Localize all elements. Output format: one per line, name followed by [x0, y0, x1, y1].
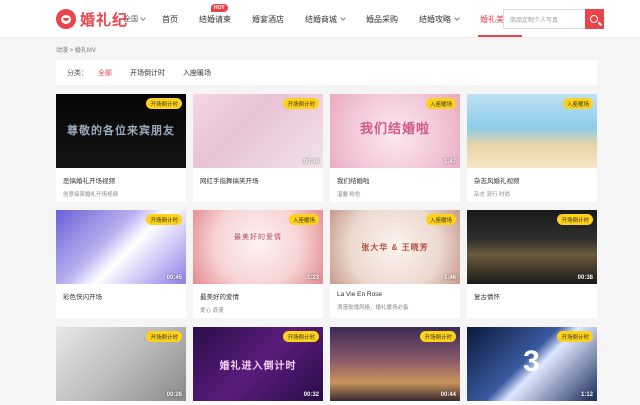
video-keywords: 温馨 粉色: [337, 192, 361, 198]
thumbnail-caption: 尊敬的各位来宾朋友: [67, 125, 175, 137]
video-keywords: 创意搞笑婚礼开场视频: [63, 192, 119, 198]
nav-item-label: 婚品采购: [366, 14, 398, 24]
video-title[interactable]: 网红手指舞搞笑开场: [193, 168, 323, 185]
top-header: 婚礼纪 全国 首页 结婚请柬 HOT 婚宴酒店 结婚商城 婚品采购 结婚攻略 婚礼美图 商品定…: [0, 0, 640, 38]
filter-option[interactable]: 入座暖场: [183, 68, 211, 78]
nav-item-4[interactable]: 婚品采购: [366, 14, 398, 25]
video-thumbnail[interactable]: 开场倒计时 00:38: [467, 210, 597, 284]
nav-item-0[interactable]: 首页: [162, 14, 178, 25]
video-thumbnail[interactable]: 开场倒计时 00:44: [330, 327, 460, 401]
nav-item-label: 结婚攻略: [419, 14, 451, 24]
hot-badge: HOT: [211, 3, 228, 12]
video-card[interactable]: 开场倒计时 00:46 网红手指舞搞笑开场: [193, 94, 323, 202]
video-keywords: 浪漫玫瑰风格，婚礼暖场必备: [337, 305, 409, 311]
category-tag: 开场倒计时: [557, 214, 593, 225]
filter-option[interactable]: 全部: [98, 68, 112, 78]
filter-option[interactable]: 开场倒计时: [130, 68, 165, 78]
video-thumbnail[interactable]: 尊敬的各位来宾朋友 开场倒计时: [56, 94, 186, 168]
category-tag: 入座暖场: [425, 214, 456, 225]
thumbnail-caption: 最美好的爱情: [234, 234, 282, 241]
video-card[interactable]: 开场倒计时 00:26: [56, 327, 186, 405]
video-card[interactable]: 最美好的爱情 入座暖场 1:23 最美好的爱情爱心 浪漫: [193, 210, 323, 318]
video-duration: 1:47: [443, 159, 456, 165]
video-card[interactable]: 开场倒计时 00:38 复古情怀: [467, 210, 597, 318]
thumbnail-caption: 我们结婚啦: [359, 121, 430, 136]
nav-item-label: 结婚请柬: [199, 14, 231, 24]
video-card[interactable]: 开场倒计时 00:44: [330, 327, 460, 405]
video-duration: 00:32: [303, 392, 319, 398]
search-input[interactable]: 商品定制个人写真: [503, 9, 585, 29]
filter-label: 分类：: [67, 69, 88, 77]
category-tag: 开场倒计时: [283, 98, 319, 109]
video-title[interactable]: 恶搞婚礼开场视频: [56, 168, 186, 185]
video-card[interactable]: 尊敬的各位来宾朋友 开场倒计时恶搞婚礼开场视频创意搞笑婚礼开场视频: [56, 94, 186, 202]
nav-item-label: 结婚商城: [305, 14, 337, 24]
category-tag: 入座暖场: [425, 98, 456, 109]
video-title[interactable]: 杂志风婚礼视频: [467, 168, 597, 185]
chevron-down-icon: [340, 15, 346, 21]
video-title[interactable]: 复古情怀: [467, 284, 597, 301]
video-keywords: 杂志 流行 时尚: [474, 192, 511, 198]
search-icon: [590, 14, 598, 23]
category-tag: 入座暖场: [288, 214, 319, 225]
video-thumbnail[interactable]: 张大华 & 王晓芳 入座暖场 1:46: [330, 210, 460, 284]
video-duration: 00:45: [166, 275, 182, 281]
chevron-down-icon: [140, 15, 146, 21]
video-card[interactable]: 我们结婚啦 入座暖场 1:47 我们结婚啦温馨 粉色: [330, 94, 460, 202]
video-thumbnail[interactable]: 最美好的爱情 入座暖场 1:23: [193, 210, 323, 284]
chevron-down-icon: [454, 15, 460, 21]
city-label: 全国: [124, 16, 138, 23]
video-thumbnail[interactable]: 婚礼进入倒计时 开场倒计时 00:32: [193, 327, 323, 401]
category-tag: 开场倒计时: [146, 98, 182, 109]
nav-item-3[interactable]: 结婚商城: [305, 14, 346, 25]
video-title[interactable]: 最美好的爱情: [193, 284, 323, 301]
video-card[interactable]: 3 开场倒计时 1:12: [467, 327, 597, 405]
city-selector[interactable]: 全国: [124, 14, 146, 24]
video-thumbnail[interactable]: 入座暖场: [467, 94, 597, 168]
video-card[interactable]: 婚礼进入倒计时 开场倒计时 00:32: [193, 327, 323, 405]
search-placeholder: 商品定制个人写真: [510, 17, 559, 24]
video-duration: 00:38: [577, 275, 593, 281]
video-duration: 00:26: [166, 392, 182, 398]
video-thumbnail[interactable]: 开场倒计时 00:26: [56, 327, 186, 401]
nav-item-1[interactable]: 结婚请柬 HOT: [199, 3, 231, 25]
thumbnail-caption: 婚礼进入倒计时: [219, 361, 297, 372]
logo-text: 婚礼纪: [80, 11, 129, 29]
site-logo[interactable]: 婚礼纪: [56, 8, 128, 30]
video-thumbnail[interactable]: 我们结婚啦 入座暖场 1:47: [330, 94, 460, 168]
category-tag: 入座暖场: [562, 98, 593, 109]
video-thumbnail[interactable]: 开场倒计时 00:45: [56, 210, 186, 284]
video-duration: 1:23: [306, 275, 319, 281]
video-duration: 00:44: [440, 392, 456, 398]
category-tag: 开场倒计时: [146, 331, 182, 342]
thumbnail-caption: 张大华 & 王晓芳: [361, 243, 429, 252]
video-duration: 1:46: [443, 275, 456, 281]
video-card[interactable]: 入座暖场杂志风婚礼视频杂志 流行 时尚: [467, 94, 597, 202]
video-duration: 00:46: [303, 159, 319, 165]
nav-item-label: 首页: [162, 14, 178, 24]
nav-item-label: 婚宴酒店: [252, 14, 284, 24]
video-duration: 1:12: [580, 392, 593, 398]
breadcrumb: 动漫 > 婚礼MV: [56, 48, 96, 54]
video-thumbnail[interactable]: 3 开场倒计时 1:12: [467, 327, 597, 401]
nav-item-2[interactable]: 婚宴酒店: [252, 14, 284, 25]
video-title[interactable]: 彩色快闪开场: [56, 284, 186, 301]
video-card[interactable]: 开场倒计时 00:45 彩色快闪开场: [56, 210, 186, 318]
main-nav: 首页 结婚请柬 HOT 婚宴酒店 结婚商城 婚品采购 结婚攻略 婚礼美图: [162, 0, 541, 38]
video-keywords: 爱心 浪漫: [200, 308, 224, 314]
category-tag: 开场倒计时: [420, 331, 456, 342]
category-filter: 分类： 全部 开场倒计时 入座暖场: [56, 60, 597, 85]
logo-mark-icon: [56, 9, 76, 29]
category-tag: 开场倒计时: [557, 331, 593, 342]
category-tag: 开场倒计时: [146, 214, 182, 225]
video-card[interactable]: 张大华 & 王晓芳 入座暖场 1:46 La Vie En Rose 浪漫玫瑰风格，婚礼…: [330, 210, 460, 318]
search-button[interactable]: [585, 9, 604, 29]
video-title[interactable]: 我们结婚啦: [330, 168, 460, 185]
video-thumbnail[interactable]: 开场倒计时 00:46: [193, 94, 323, 168]
nav-item-5[interactable]: 结婚攻略: [419, 14, 460, 25]
category-tag: 开场倒计时: [283, 331, 319, 342]
thumbnail-caption: 3: [523, 345, 541, 378]
video-title[interactable]: La Vie En Rose: [330, 284, 460, 298]
